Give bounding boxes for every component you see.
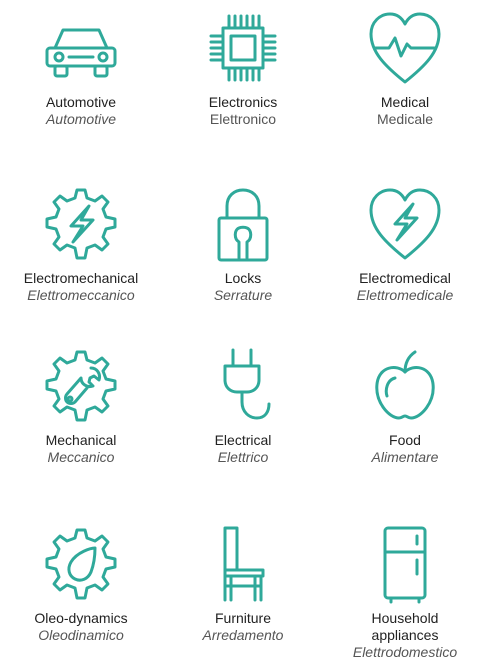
sector-label-it: Elettrico — [217, 449, 269, 465]
sector-label-en: Automotive — [45, 94, 117, 110]
sector-label-en: Locks — [224, 270, 262, 286]
sector-electromechanical: Electromechanical Elettromeccanico — [0, 184, 162, 304]
sector-label-en: Electromechanical — [23, 270, 139, 286]
sector-mechanical: Mechanical Meccanico — [0, 346, 162, 466]
sector-automotive: Automotive Automotive — [0, 8, 162, 128]
gear-lightning-icon — [41, 184, 121, 264]
sector-label-it: Alimentare — [371, 449, 439, 465]
heart-lightning-icon — [365, 184, 445, 264]
sector-label-it: Medicale — [376, 111, 434, 127]
sector-label-en: Household appliances — [371, 610, 439, 643]
sector-label-en: Oleo-dynamics — [34, 610, 128, 626]
sector-household-appliances: Household appliances Elettrodomestico — [324, 524, 486, 661]
gear-wrench-icon — [41, 346, 121, 426]
sector-electronics: Electronics Elettronico — [162, 8, 324, 128]
sector-food: Food Alimentare — [324, 346, 486, 466]
sector-label-en: Electronics — [208, 94, 278, 110]
sector-label-en: Electromedical — [359, 270, 451, 286]
padlock-icon — [203, 184, 283, 264]
sector-label-it: Elettronico — [209, 111, 277, 127]
sector-label-it: Automotive — [45, 111, 117, 127]
sector-label-en: Furniture — [214, 610, 272, 626]
sector-label-it: Elettromeccanico — [27, 287, 135, 303]
sector-label-it: Elettrodomestico — [352, 644, 458, 660]
sector-label-en: Food — [389, 432, 421, 448]
sector-electromedical: Electromedical Elettromedicale — [324, 184, 486, 304]
heart-pulse-icon — [365, 8, 445, 88]
car-icon — [41, 8, 121, 88]
sector-oleo-dynamics: Oleo-dynamics Oleodinamico — [0, 524, 162, 644]
chip-icon — [203, 8, 283, 88]
sector-label-it: Elettromedicale — [356, 287, 454, 303]
sector-medical: Medical Medicale — [324, 8, 486, 128]
gear-drop-icon — [41, 524, 121, 604]
apple-icon — [365, 346, 445, 426]
plug-icon — [203, 346, 283, 426]
sector-furniture: Furniture Arredamento — [162, 524, 324, 644]
sector-electrical: Electrical Elettrico — [162, 346, 324, 466]
sector-label-it: Meccanico — [47, 449, 115, 465]
sector-locks: Locks Serrature — [162, 184, 324, 304]
chair-icon — [203, 524, 283, 604]
sectors-grid: Automotive Automotive Electronics Elettr… — [0, 0, 486, 661]
sector-label-it: Oleodinamico — [38, 627, 124, 643]
sector-label-it: Serrature — [213, 287, 273, 303]
sector-label-en: Mechanical — [45, 432, 117, 448]
sector-label-it: Arredamento — [202, 627, 284, 643]
fridge-icon — [365, 524, 445, 604]
sector-label-en: Electrical — [214, 432, 272, 448]
sector-label-en: Medical — [380, 94, 430, 110]
